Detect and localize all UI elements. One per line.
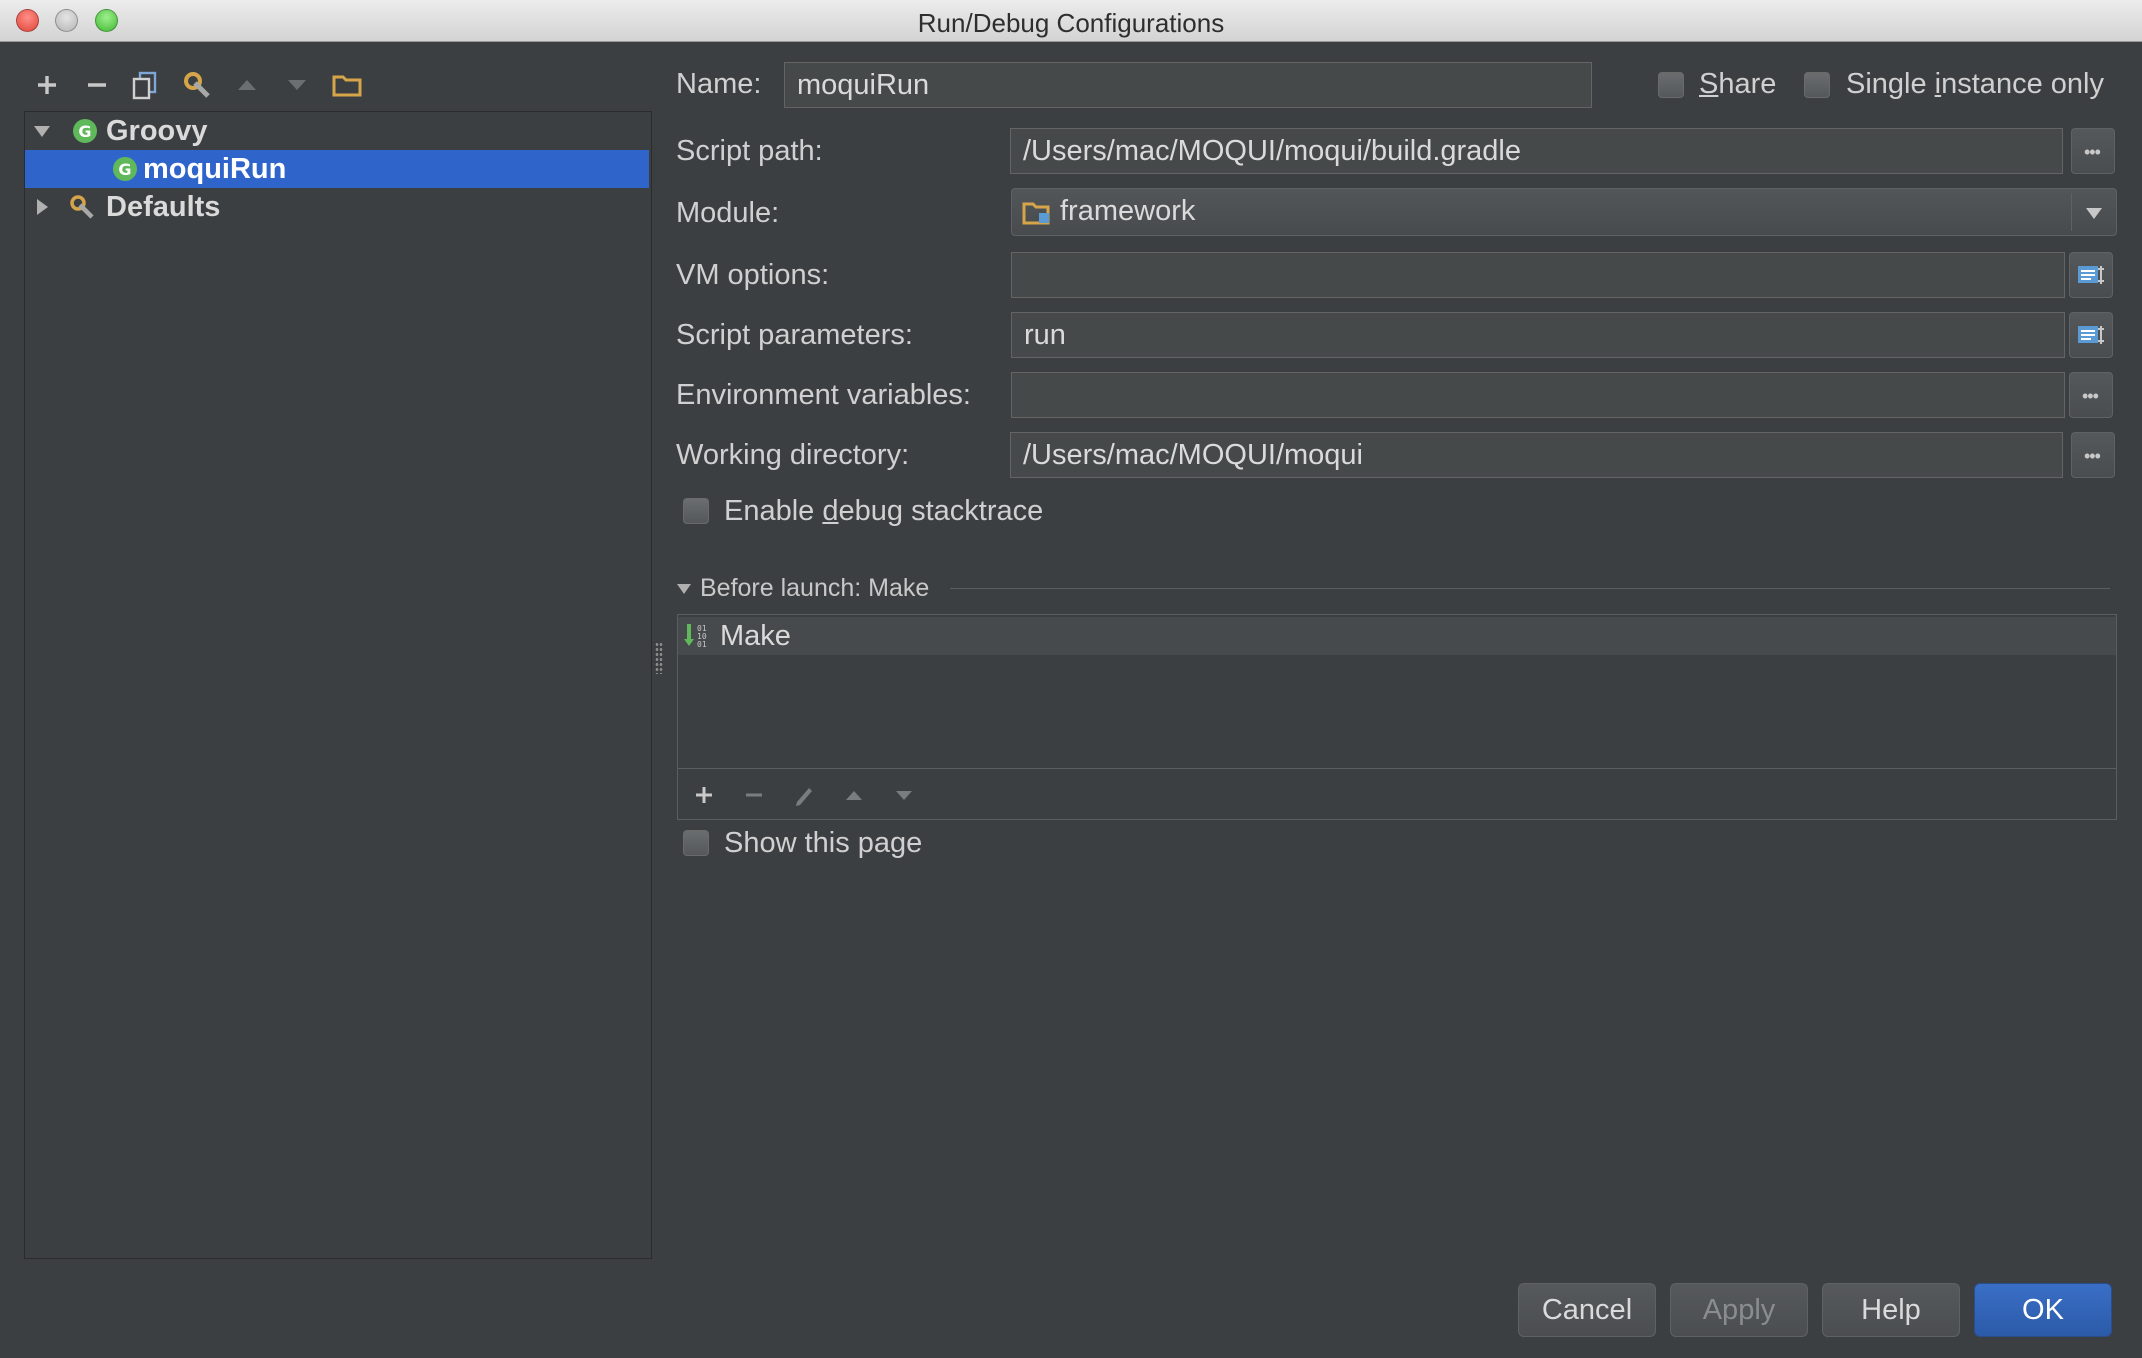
environment-variables-input[interactable] — [1011, 372, 2065, 418]
tree-node-groovy[interactable]: G Groovy — [24, 112, 650, 150]
section-divider — [950, 588, 2110, 589]
groovy-icon: G — [111, 155, 139, 183]
groovy-icon: G — [71, 117, 99, 145]
single-instance-checkbox[interactable] — [1804, 72, 1830, 98]
remove-icon[interactable] — [80, 68, 114, 102]
collapse-section-icon[interactable] — [676, 582, 692, 596]
move-task-up-icon[interactable] — [840, 781, 868, 809]
script-parameters-input[interactable]: run — [1011, 312, 2065, 358]
expand-vm-options-button[interactable] — [2069, 252, 2113, 298]
script-path-label: Script path: — [676, 135, 823, 167]
share-label: Share — [1699, 68, 1777, 100]
expand-text-icon — [2078, 266, 2104, 284]
collapse-arrow-icon[interactable] — [32, 197, 52, 217]
show-this-page-checkbox[interactable] — [683, 830, 709, 856]
share-checkbox[interactable] — [1658, 72, 1684, 98]
edit-defaults-icon[interactable] — [180, 68, 214, 102]
working-directory-label: Working directory: — [676, 439, 910, 471]
copy-icon[interactable] — [130, 68, 164, 102]
tree-node-defaults[interactable]: Defaults — [24, 188, 650, 226]
tree-node-defaults-label: Defaults — [106, 191, 221, 223]
configurations-tree — [24, 111, 652, 1259]
name-label: Name: — [676, 68, 762, 100]
before-launch-list: 01 10 01 Make — [677, 614, 2117, 820]
module-folder-icon — [1022, 202, 1050, 225]
tree-node-groovy-label: Groovy — [106, 115, 208, 147]
splitter-handle[interactable] — [655, 642, 663, 674]
debug-stacktrace-label: Enable debug stacktrace — [724, 495, 1044, 527]
ellipsis-icon: ••• — [2084, 446, 2101, 466]
list-item[interactable]: 01 10 01 Make — [678, 617, 2116, 655]
chevron-down-icon[interactable] — [2084, 205, 2104, 221]
title-bar: Run/Debug Configurations — [0, 0, 2142, 42]
expand-script-parameters-button[interactable] — [2069, 312, 2113, 358]
add-task-icon[interactable] — [690, 781, 718, 809]
ellipsis-icon: ••• — [2082, 386, 2099, 406]
vm-options-input[interactable] — [1011, 252, 2065, 298]
add-icon[interactable] — [30, 68, 64, 102]
cancel-button[interactable]: Cancel — [1518, 1283, 1656, 1337]
script-parameters-label: Script parameters: — [676, 319, 913, 351]
edit-environment-variables-button[interactable]: ••• — [2069, 372, 2113, 418]
move-up-icon[interactable] — [230, 68, 264, 102]
browse-working-directory-button[interactable]: ••• — [2071, 432, 2115, 478]
tree-node-moquirun[interactable]: G moquiRun — [25, 150, 649, 188]
svg-text:01: 01 — [697, 640, 707, 649]
ok-button[interactable]: OK — [1974, 1283, 2112, 1337]
expand-text-icon — [2078, 326, 2104, 344]
edit-task-icon[interactable] — [790, 781, 818, 809]
browse-script-button[interactable]: ••• — [2071, 128, 2115, 174]
svg-text:G: G — [118, 160, 131, 179]
remove-task-icon[interactable] — [740, 781, 768, 809]
module-selected-value: framework — [1060, 195, 1196, 227]
environment-variables-label: Environment variables: — [676, 379, 971, 411]
tree-node-moquirun-label: moquiRun — [143, 153, 287, 185]
help-button[interactable]: Help — [1822, 1283, 1960, 1337]
before-launch-title[interactable]: Before launch: Make — [700, 574, 929, 603]
move-down-icon[interactable] — [280, 68, 314, 102]
module-label: Module: — [676, 197, 780, 229]
show-this-page-label: Show this page — [724, 827, 923, 859]
vm-options-label: VM options: — [676, 259, 830, 291]
svg-text:G: G — [78, 122, 91, 141]
debug-stacktrace-checkbox[interactable] — [683, 498, 709, 524]
ellipsis-icon: ••• — [2084, 142, 2101, 162]
before-launch-toolbar — [678, 768, 2116, 819]
wrench-icon — [68, 193, 96, 221]
make-icon: 01 10 01 — [684, 624, 707, 649]
script-path-input[interactable]: /Users/mac/MOQUI/moqui/build.gradle — [1010, 128, 2063, 174]
move-task-down-icon[interactable] — [890, 781, 918, 809]
run-debug-configurations-dialog: Run/Debug Configurations G Groovy G moqu… — [0, 0, 2142, 1358]
window-title: Run/Debug Configurations — [917, 8, 1225, 38]
module-dropdown[interactable]: framework — [1011, 188, 2117, 236]
working-directory-input[interactable]: /Users/mac/MOQUI/moqui — [1010, 432, 2063, 478]
list-item-label: Make — [720, 620, 791, 652]
apply-button[interactable]: Apply — [1670, 1283, 1808, 1337]
single-instance-label: Single instance only — [1846, 68, 2104, 100]
folder-icon[interactable] — [330, 68, 364, 102]
expand-arrow-icon[interactable] — [32, 121, 52, 141]
name-input[interactable]: moquiRun — [784, 62, 1592, 108]
